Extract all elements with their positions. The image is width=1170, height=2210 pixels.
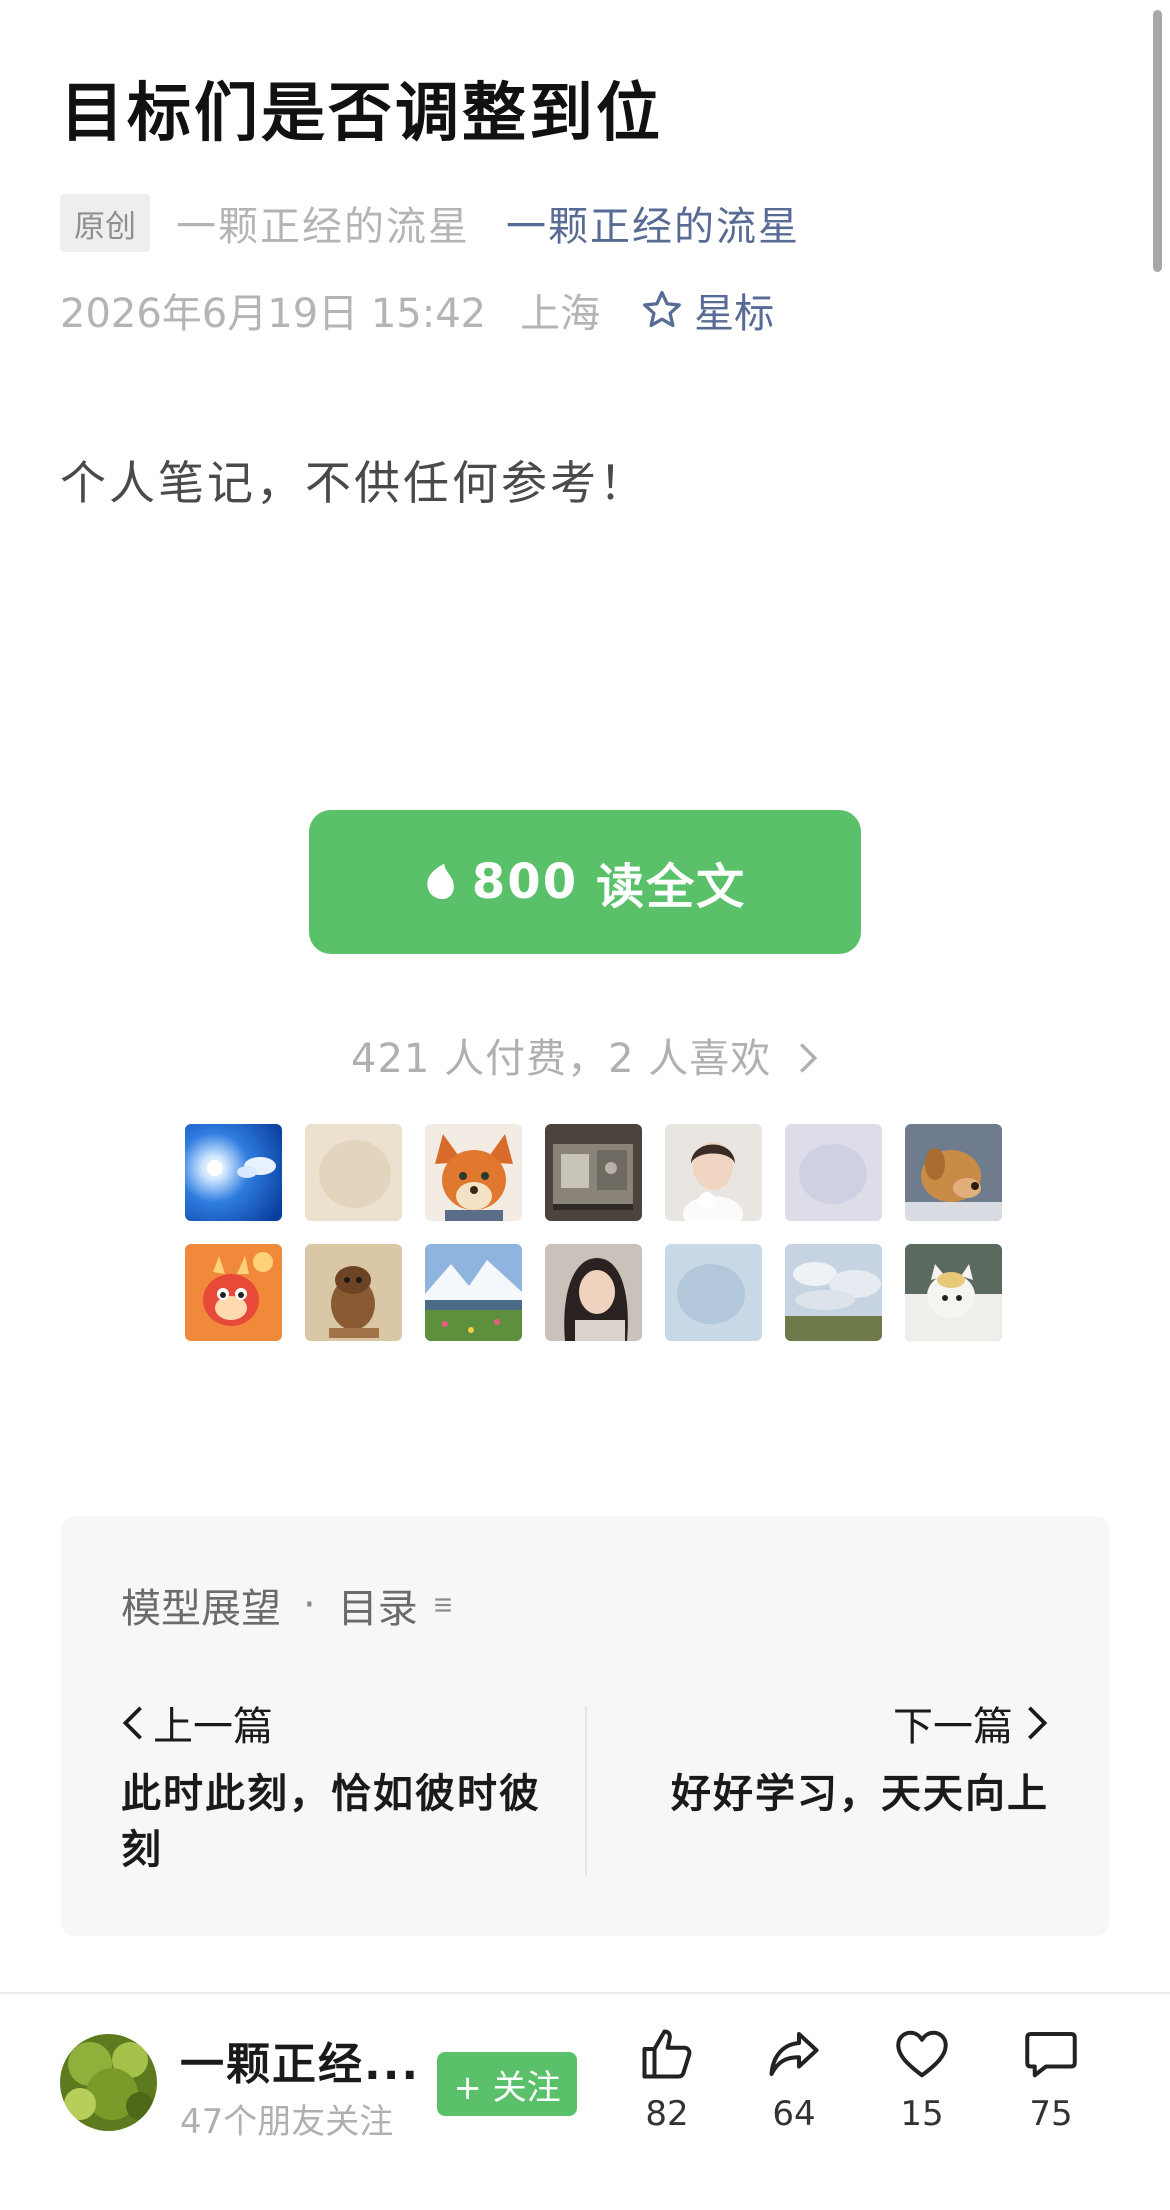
star-label: 星标	[694, 291, 775, 337]
blurred-beige-avatar[interactable]	[305, 1124, 402, 1221]
account-name[interactable]: 一颗正经...	[180, 2028, 420, 2092]
friend-followers: 47个朋友关注	[180, 2102, 394, 2142]
series-name: 模型展望	[121, 1586, 281, 1632]
girl-portrait-avatar[interactable]	[545, 1244, 642, 1341]
blurred-blue-avatar[interactable]	[665, 1244, 762, 1341]
prev-label: 上一篇	[153, 1704, 273, 1750]
star-button[interactable]: 星标	[640, 281, 774, 339]
article-body: 个人笔记，不供任何参考！	[60, 456, 648, 510]
coin-icon	[427, 863, 454, 900]
fox-avatar[interactable]	[425, 1124, 522, 1221]
prev-article-title[interactable]: 此时此刻，恰如彼时彼刻	[121, 1766, 541, 1878]
heart-button[interactable]: 15	[877, 2024, 967, 2134]
blurred-lavender-avatar[interactable]	[785, 1124, 882, 1221]
publish-location: 上海	[520, 291, 601, 337]
chevron-left-icon	[122, 1706, 142, 1740]
mountain-lake-avatar[interactable]	[425, 1244, 522, 1341]
series-toc-card: 模型展望 · 目录 上一篇 此时此刻，恰如彼时彼刻 下一篇 好好学习，天天向上	[61, 1516, 1109, 1936]
heart-count: 15	[900, 2094, 944, 2134]
publish-date: 2026年6月19日 15:42	[60, 291, 487, 337]
share-button[interactable]: 64	[749, 2024, 839, 2134]
dragon-avatar[interactable]	[185, 1244, 282, 1341]
sky-sun-avatar[interactable]	[185, 1124, 282, 1221]
heart-icon	[896, 2030, 948, 2078]
scrollbar-thumb[interactable]	[1153, 10, 1162, 272]
cloudy-field-avatar[interactable]	[785, 1244, 882, 1341]
series-header[interactable]: 模型展望 · 目录	[121, 1576, 454, 1634]
article-meta-date: 2026年6月19日 15:42 上海 星标	[60, 280, 774, 340]
price: 800	[471, 854, 579, 910]
prev-article-link[interactable]: 上一篇	[121, 1694, 273, 1752]
share-icon	[769, 2032, 819, 2076]
machine-avatar[interactable]	[545, 1124, 642, 1221]
chevron-right-icon	[1028, 1706, 1048, 1740]
article-meta-author: 原创 一颗正经的流星 一颗正经的流星	[60, 194, 800, 252]
next-article-link[interactable]: 下一篇	[893, 1694, 1049, 1752]
author-name: 一颗正经的流星	[176, 204, 470, 250]
separator-dot: ·	[303, 1582, 316, 1628]
payer-avatars	[185, 1124, 1005, 1341]
read-label: 读全文	[596, 859, 747, 915]
golden-dog-avatar[interactable]	[905, 1124, 1002, 1221]
article-title: 目标们是否调整到位	[60, 77, 663, 151]
comment-icon	[1025, 2032, 1077, 2078]
star-icon	[643, 290, 682, 328]
comment-button[interactable]: 75	[1006, 2024, 1096, 2134]
account-avatar[interactable]	[60, 2034, 157, 2131]
comment-count: 75	[1029, 2094, 1073, 2134]
nav-divider	[585, 1706, 587, 1876]
figurine-avatar[interactable]	[305, 1244, 402, 1341]
list-icon	[435, 1598, 451, 1612]
like-button[interactable]: 82	[622, 2024, 712, 2134]
paid-stats-text: 421 人付费，2 人喜欢	[351, 1036, 772, 1082]
bottom-action-bar: 一颗正经... 47个朋友关注 + 关注 82 64 15 75	[0, 1992, 1170, 2210]
original-badge: 原创	[60, 194, 150, 252]
chevron-right-icon	[799, 1043, 818, 1073]
woman-portrait-avatar[interactable]	[665, 1124, 762, 1221]
like-count: 82	[645, 2094, 689, 2134]
toc-label: 目录	[337, 1586, 418, 1632]
read-full-button[interactable]: 800 读全文	[309, 810, 861, 954]
next-label: 下一篇	[893, 1704, 1013, 1750]
account-link[interactable]: 一颗正经的流星	[506, 194, 800, 252]
next-article-title[interactable]: 好好学习，天天向上	[671, 1766, 1049, 1822]
follow-button[interactable]: + 关注	[437, 2052, 577, 2116]
white-cat-avatar[interactable]	[905, 1244, 1002, 1341]
paid-stats-link[interactable]: 421 人付费，2 人喜欢	[0, 1026, 1170, 1084]
thumbs-up-icon	[642, 2029, 692, 2079]
share-count: 64	[772, 2094, 816, 2134]
